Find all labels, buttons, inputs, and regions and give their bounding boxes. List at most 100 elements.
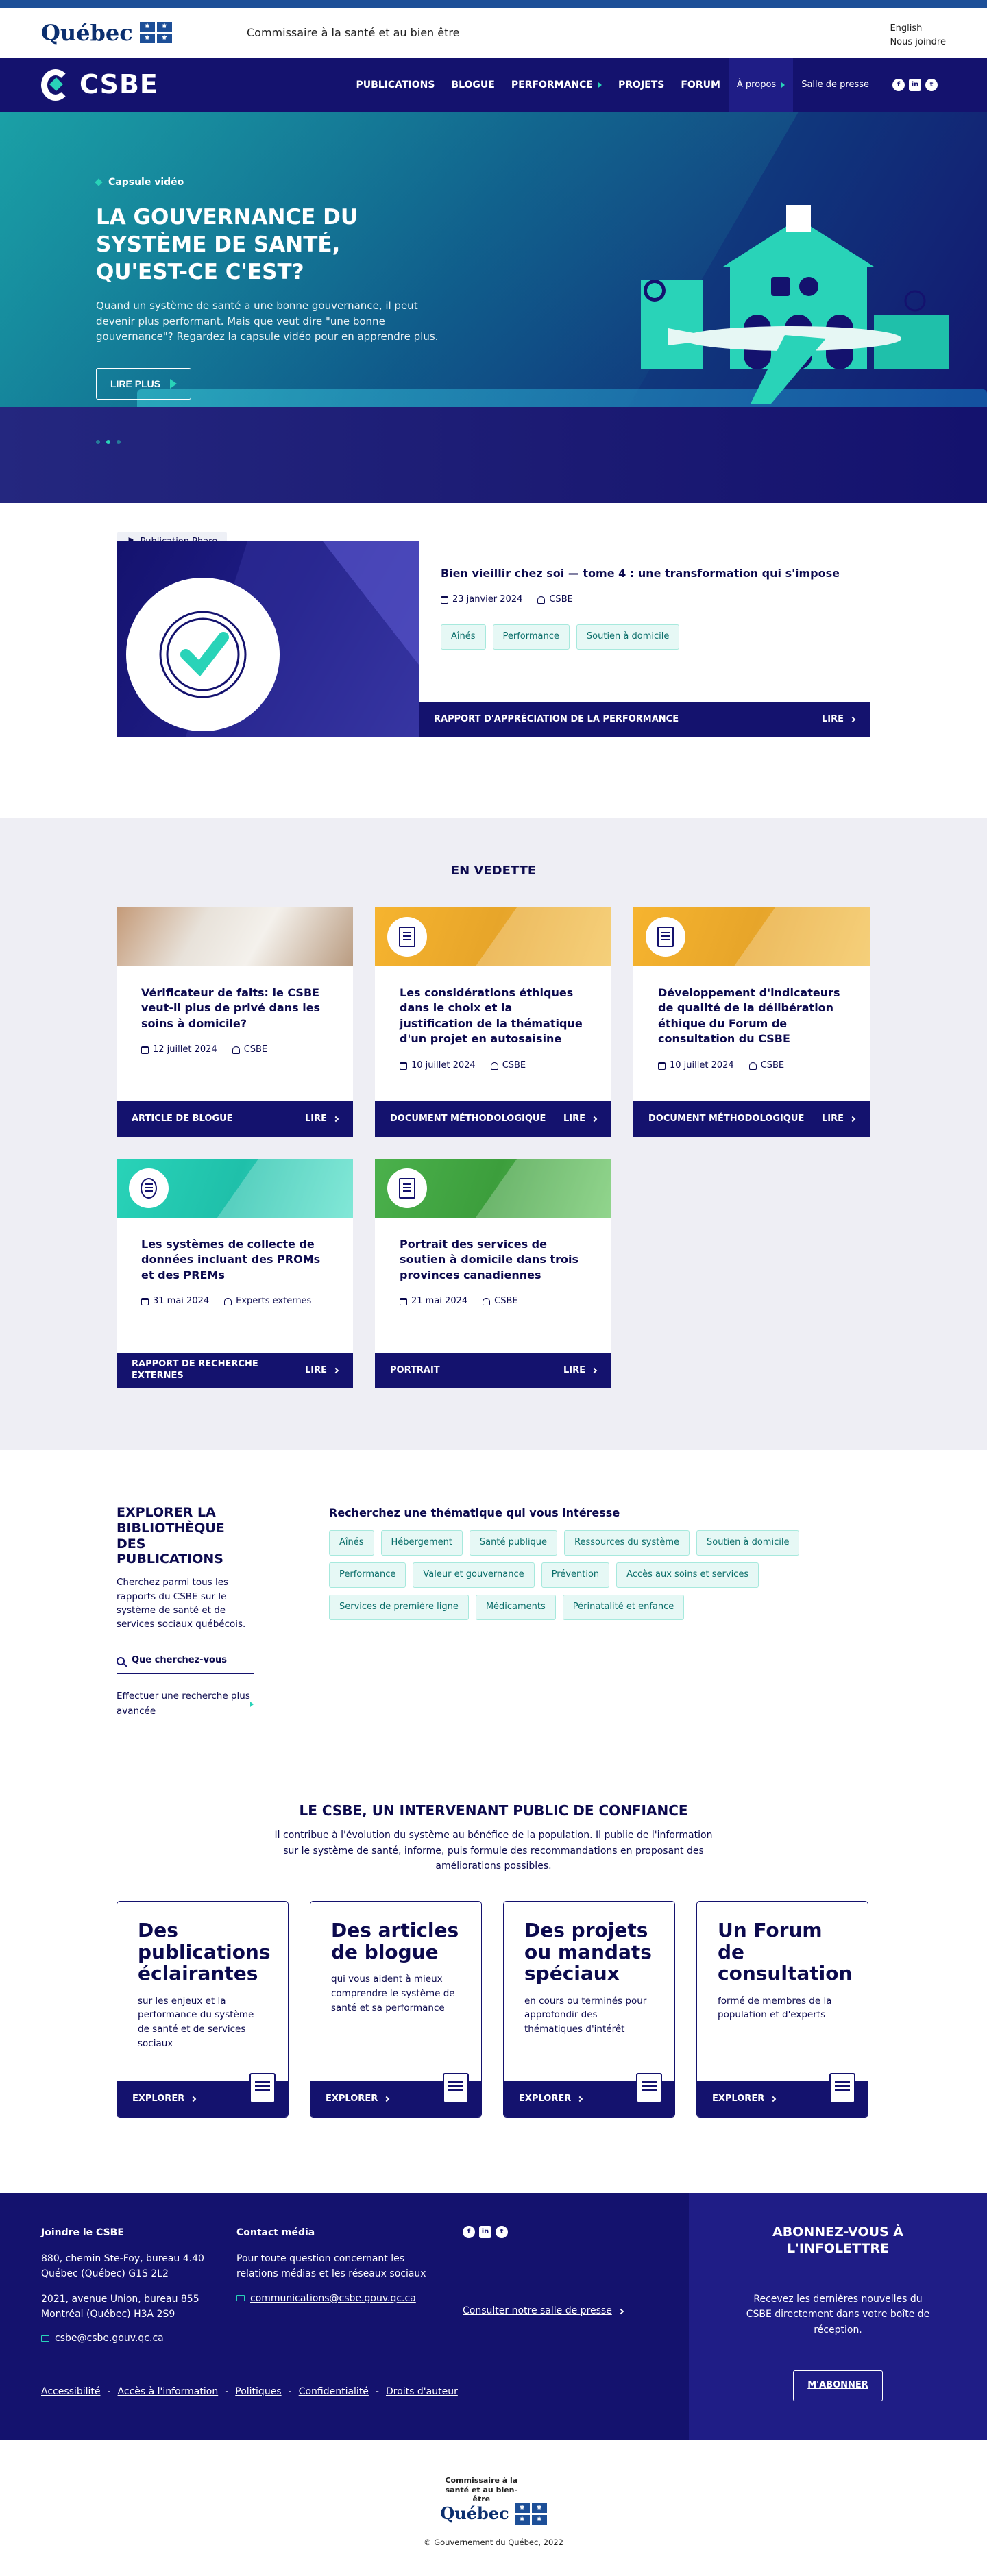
theme-tag[interactable]: Aînés — [329, 1530, 374, 1556]
contact-link[interactable]: Nous joindre — [890, 36, 946, 49]
theme-tag[interactable]: Périnatalité et enfance — [562, 1594, 685, 1620]
card-type: DOCUMENT MÉTHODOLOGIQUE — [390, 1113, 546, 1124]
fleur-de-lis-flag-icon: ⚜ ⚜ ⚜ ⚜ — [139, 22, 172, 44]
flagship-section: ⚑Publication Phare Bien vieillir chez so… — [0, 503, 987, 818]
nav-item-projets[interactable]: PROJETS — [610, 58, 672, 112]
featured-card[interactable]: Les systèmes de collecte de données incl… — [117, 1159, 353, 1389]
tag-performance[interactable]: Performance — [492, 624, 570, 650]
twitter-icon[interactable]: t — [925, 79, 938, 91]
subscribe-button[interactable]: M'ABONNER — [793, 2370, 883, 2401]
policies-link[interactable]: Politiques — [235, 2385, 281, 2399]
explore-card-blog[interactable]: Des articles de blogue qui vous aident à … — [310, 1901, 482, 2118]
csbe-logo[interactable]: CSBE — [41, 66, 158, 103]
card-cta[interactable]: DOCUMENT MÉTHODOLOGIQUE LIRE — [633, 1101, 870, 1138]
card-title[interactable]: Vérificateur de faits: le CSBE veut-il p… — [141, 985, 328, 1031]
nav-item-press[interactable]: Salle de presse — [793, 58, 877, 112]
read-link[interactable]: LIRE — [822, 714, 856, 726]
twitter-icon[interactable]: t — [496, 2226, 508, 2239]
card-thumbnail — [117, 1159, 353, 1218]
theme-tag[interactable]: Accès aux soins et services — [616, 1562, 759, 1588]
caret-right-icon — [781, 82, 785, 88]
read-link[interactable]: LIRE — [305, 1114, 339, 1125]
card-title[interactable]: Portrait des services de soutien à domic… — [400, 1237, 587, 1283]
card-thumbnail — [375, 907, 611, 967]
explore-button[interactable]: EXPLORER — [504, 2073, 674, 2118]
nav-item-about[interactable]: À propos — [728, 58, 794, 112]
english-link[interactable]: English — [890, 22, 946, 36]
tag-soutien-domicile[interactable]: Soutien à domicile — [576, 624, 680, 650]
featured-card[interactable]: Portrait des services de soutien à domic… — [375, 1159, 611, 1389]
explore-card-publications[interactable]: Des publications éclairantes sur les enje… — [117, 1901, 289, 2118]
user-icon — [490, 1062, 498, 1070]
calendar-icon — [400, 1298, 407, 1306]
accessibility-link[interactable]: Accessibilité — [41, 2385, 100, 2399]
nav-item-publications[interactable]: PUBLICATIONS — [348, 58, 443, 112]
bottom-logo-word: Québec — [440, 2503, 509, 2524]
tag-aines[interactable]: Aînés — [441, 624, 486, 650]
card-title[interactable]: Les systèmes de collecte de données incl… — [141, 1237, 328, 1283]
read-link[interactable]: LIRE — [563, 1114, 598, 1125]
advanced-search-link[interactable]: Effectuer une recherche plus avancée — [117, 1689, 254, 1719]
nav-item-performance[interactable]: PERFORMANCE — [503, 58, 610, 112]
theme-tag[interactable]: Soutien à domicile — [696, 1530, 800, 1556]
stakeholder-title: LE CSBE, UN INTERVENANT PUBLIC DE CONFIA… — [299, 1802, 688, 1819]
explore-button[interactable]: EXPLORER — [117, 2073, 288, 2118]
hero-banner: Capsule vidéo LA GOUVERNANCE DU SYSTÈME … — [0, 112, 987, 503]
facebook-icon[interactable]: f — [463, 2226, 475, 2239]
theme-tag[interactable]: Santé publique — [469, 1530, 558, 1556]
theme-tag[interactable]: Prévention — [541, 1562, 610, 1588]
csbe-quebec-logo[interactable]: Commissaire à la santé et au bien-être Q… — [440, 2476, 547, 2525]
theme-tag[interactable]: Hébergement — [380, 1530, 463, 1556]
card-cta[interactable]: DOCUMENT MÉTHODOLOGIQUE LIRE — [375, 1101, 611, 1138]
read-link[interactable]: LIRE — [563, 1365, 598, 1377]
flagship-card[interactable]: ⚑Publication Phare Bien vieillir chez so… — [117, 532, 870, 737]
quebec-logo[interactable]: Québec ⚜ ⚜ ⚜ ⚜ — [41, 17, 172, 49]
privacy-link[interactable]: Confidentialité — [299, 2385, 369, 2399]
featured-card[interactable]: Vérificateur de faits: le CSBE veut-il p… — [117, 907, 353, 1138]
search-icon — [117, 1656, 125, 1665]
card-cta[interactable]: ARTICLE DE BLOGUE LIRE — [117, 1101, 353, 1138]
featured-card[interactable]: Développement d'indicateurs de qualité d… — [633, 907, 870, 1138]
explore-button[interactable]: EXPLORER — [310, 2073, 481, 2118]
hero-read-more-button[interactable]: LIRE PLUS — [96, 367, 192, 400]
access-info-link[interactable]: Accès à l'information — [118, 2385, 219, 2399]
flagship-title[interactable]: Bien vieillir chez soi — tome 4 : une tr… — [441, 566, 848, 581]
facebook-icon[interactable]: f — [892, 79, 905, 91]
read-link[interactable]: LIRE — [822, 1114, 856, 1125]
explore-card-text: formé de membres de la population et d'e… — [718, 1995, 832, 2021]
card-cta[interactable]: PORTRAIT LIRE — [375, 1353, 611, 1389]
bottom-logo-line: Commissaire à la santé et au bien-être — [445, 2476, 518, 2503]
user-icon — [483, 1298, 491, 1306]
public-stakeholder-section: LE CSBE, UN INTERVENANT PUBLIC DE CONFIA… — [0, 1787, 987, 2193]
theme-tag[interactable]: Médicaments — [475, 1594, 556, 1620]
search-field[interactable]: Que cherchez-vous — [117, 1649, 254, 1675]
theme-tag[interactable]: Valeur et gouvernance — [413, 1562, 535, 1588]
carousel-dot[interactable] — [117, 440, 121, 444]
card-title[interactable]: Développement d'indicateurs de qualité d… — [658, 985, 845, 1047]
carousel-dot[interactable] — [96, 440, 100, 444]
carousel-dots — [96, 440, 121, 444]
linkedin-icon[interactable]: in — [479, 2226, 491, 2239]
hero-read-more-label: LIRE PLUS — [110, 378, 161, 389]
explore-button[interactable]: EXPLORER — [697, 2073, 868, 2118]
featured-card[interactable]: Les considérations éthiques dans le choi… — [375, 907, 611, 1138]
footer-media-email-link[interactable]: communications@csbe.gouv.qc.ca — [236, 2292, 435, 2305]
hospital-illustration — [641, 205, 949, 404]
nav-item-blogue[interactable]: BLOGUE — [443, 58, 502, 112]
carousel-dot-active[interactable] — [106, 440, 110, 444]
footer-email-link[interactable]: csbe@csbe.gouv.qc.ca — [41, 2331, 209, 2345]
nav-item-forum[interactable]: FORUM — [672, 58, 729, 112]
theme-tag[interactable]: Ressources du système — [564, 1530, 690, 1556]
card-cta[interactable]: RAPPORT DE RECHERCHE EXTERNES LIRE — [117, 1353, 353, 1389]
theme-tag[interactable]: Services de première ligne — [329, 1594, 469, 1620]
copyright-link[interactable]: Droits d'auteur — [386, 2385, 458, 2399]
linkedin-icon[interactable]: in — [909, 79, 921, 91]
flagship-cta[interactable]: RAPPORT D'APPRÉCIATION DE LA PERFORMANCE… — [419, 702, 870, 737]
read-link[interactable]: LIRE — [305, 1365, 339, 1377]
card-title[interactable]: Les considérations éthiques dans le choi… — [400, 985, 587, 1047]
theme-tag[interactable]: Performance — [329, 1562, 406, 1588]
card-author: CSBE — [232, 1044, 267, 1057]
explore-card-forum[interactable]: Un Forum de consultation formé de membres… — [696, 1901, 868, 2118]
explore-card-projects[interactable]: Des projets ou mandats spéciaux en cours … — [503, 1901, 675, 2118]
press-room-link[interactable]: Consulter notre salle de presse — [463, 2304, 648, 2318]
